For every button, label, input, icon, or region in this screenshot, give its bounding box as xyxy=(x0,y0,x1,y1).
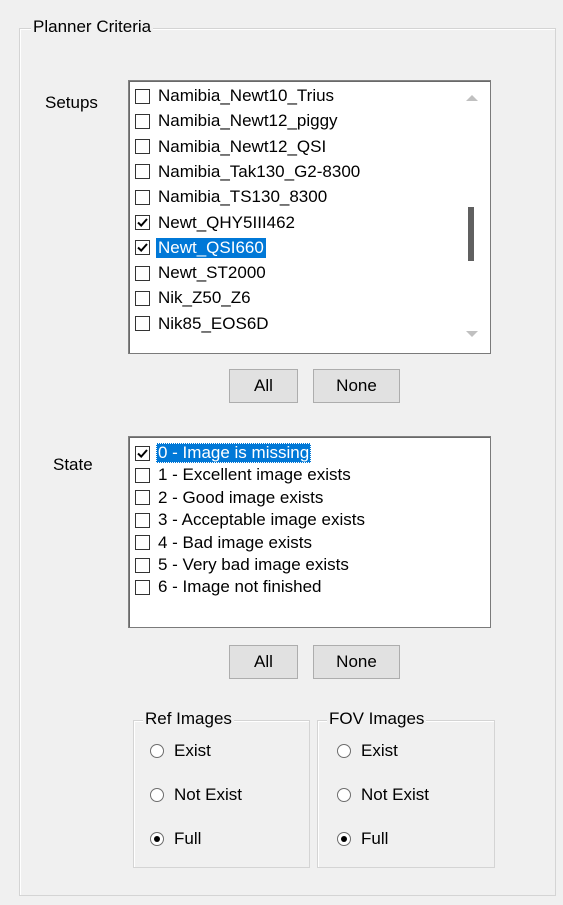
setups-item-label: Namibia_Newt12_QSI xyxy=(158,136,327,156)
ref-images-title: Ref Images xyxy=(143,709,234,729)
checkbox[interactable] xyxy=(135,490,150,506)
radio-label: Exist xyxy=(174,741,211,760)
setups-item[interactable]: Nik85_EOS6D xyxy=(135,313,271,335)
radio-button[interactable] xyxy=(337,744,351,758)
setups-item[interactable]: Namibia_Newt12_piggy xyxy=(135,110,340,132)
checkbox[interactable] xyxy=(135,215,150,230)
state-item[interactable]: 4 - Bad image exists xyxy=(135,532,314,554)
state-item[interactable]: 3 - Acceptable image exists xyxy=(135,509,367,531)
scrollbar-thumb[interactable] xyxy=(468,207,474,261)
fov-images-option-not-exist[interactable]: Not Exist xyxy=(337,785,429,805)
state-item-label: 3 - Acceptable image exists xyxy=(158,510,365,530)
state-item[interactable]: 0 - Image is missing xyxy=(135,442,312,464)
checkbox[interactable] xyxy=(135,113,150,129)
radio-label: Not Exist xyxy=(174,785,243,804)
fov-images-option-exist[interactable]: Exist xyxy=(337,741,398,761)
setups-item-label: Namibia_TS130_8300 xyxy=(158,187,328,207)
fov-images-option-full[interactable]: Full xyxy=(337,829,388,849)
setups-item-label: Namibia_Newt12_piggy xyxy=(158,111,338,131)
setups-item[interactable]: Namibia_Tak130_G2-8300 xyxy=(135,161,362,183)
setups-list[interactable]: Namibia_Newt10_Trius Namibia_Newt12_piggy… xyxy=(128,80,491,354)
radio-button[interactable] xyxy=(150,744,164,758)
checkbox[interactable] xyxy=(135,164,150,180)
checkbox[interactable] xyxy=(135,265,150,281)
checkbox[interactable] xyxy=(135,240,150,256)
checkbox[interactable] xyxy=(135,535,150,551)
checkbox[interactable] xyxy=(135,467,150,483)
setups-none-button[interactable]: None xyxy=(313,369,400,403)
state-list[interactable]: 0 - Image is missing 1 - Excellent image … xyxy=(128,436,491,628)
checkbox[interactable] xyxy=(135,316,150,332)
check-icon xyxy=(137,448,148,458)
fov-images-title: FOV Images xyxy=(327,709,427,729)
state-label: State xyxy=(53,455,93,474)
state-item-label: 6 - Image not finished xyxy=(158,577,322,597)
planner-criteria-title: Planner Criteria xyxy=(31,17,154,37)
radio-button[interactable] xyxy=(150,832,164,846)
checkbox[interactable] xyxy=(135,139,150,155)
state-item-label: 1 - Excellent image exists xyxy=(158,465,351,485)
setups-item-label: Nik_Z50_Z6 xyxy=(158,288,251,308)
state-item[interactable]: 5 - Very bad image exists xyxy=(135,554,351,576)
setups-item-label: Namibia_Newt10_Trius xyxy=(158,86,335,105)
ref-images-option-not-exist[interactable]: Not Exist xyxy=(150,785,242,805)
setups-item[interactable]: Newt_QSI660 xyxy=(135,237,266,259)
setups-item[interactable]: Newt_QHY5III462 xyxy=(135,212,297,234)
radio-label: Not Exist xyxy=(361,785,430,804)
checkbox[interactable] xyxy=(135,579,150,595)
state-all-button[interactable]: All xyxy=(229,645,298,679)
radio-label: Full xyxy=(174,829,202,848)
setups-item-label: Newt_QHY5III462 xyxy=(158,212,296,232)
setups-item[interactable]: Nik_Z50_Z6 xyxy=(135,287,253,309)
checkbox[interactable] xyxy=(135,445,150,461)
setups-item[interactable]: Namibia_TS130_8300 xyxy=(135,186,329,208)
checkbox[interactable] xyxy=(135,557,150,573)
checkbox[interactable] xyxy=(135,512,150,528)
check-icon xyxy=(137,218,148,228)
scroll-down-arrow-icon[interactable] xyxy=(465,330,479,338)
state-item-label: 4 - Bad image exists xyxy=(158,532,313,552)
setups-scrollbar[interactable] xyxy=(455,82,489,352)
radio-button[interactable] xyxy=(337,832,351,846)
ref-images-option-exist[interactable]: Exist xyxy=(150,741,211,761)
scroll-up-arrow-icon[interactable] xyxy=(465,94,479,102)
setups-item-label: Nik85_EOS6D xyxy=(158,313,269,333)
state-item[interactable]: 1 - Excellent image exists xyxy=(135,464,353,486)
setups-item-label: Newt_ST2000 xyxy=(158,263,266,283)
setups-label: Setups xyxy=(45,93,98,112)
checkbox[interactable] xyxy=(135,88,150,104)
radio-label: Full xyxy=(361,829,389,848)
ref-images-option-full[interactable]: Full xyxy=(150,829,201,849)
setups-item[interactable]: Namibia_Newt12_QSI xyxy=(135,136,328,158)
check-icon xyxy=(137,243,148,253)
state-item-label: 5 - Very bad image exists xyxy=(158,555,349,574)
checkbox[interactable] xyxy=(135,290,150,306)
state-item[interactable]: 2 - Good image exists xyxy=(135,487,325,509)
setups-item[interactable]: Namibia_Newt10_Trius xyxy=(135,85,336,107)
state-item-label: 0 - Image is missing xyxy=(156,443,312,463)
radio-label: Exist xyxy=(361,741,398,760)
setups-item-label: Newt_QSI660 xyxy=(156,237,266,258)
checkbox[interactable] xyxy=(135,189,150,205)
setups-all-button[interactable]: All xyxy=(229,369,298,403)
setups-item-label: Namibia_Tak130_G2-8300 xyxy=(158,161,361,181)
state-none-button[interactable]: None xyxy=(313,645,400,679)
radio-button[interactable] xyxy=(150,788,164,802)
setups-item[interactable]: Newt_ST2000 xyxy=(135,262,268,284)
state-item[interactable]: 6 - Image not finished xyxy=(135,576,323,598)
state-item-label: 2 - Good image exists xyxy=(158,487,324,507)
radio-button[interactable] xyxy=(337,788,351,802)
